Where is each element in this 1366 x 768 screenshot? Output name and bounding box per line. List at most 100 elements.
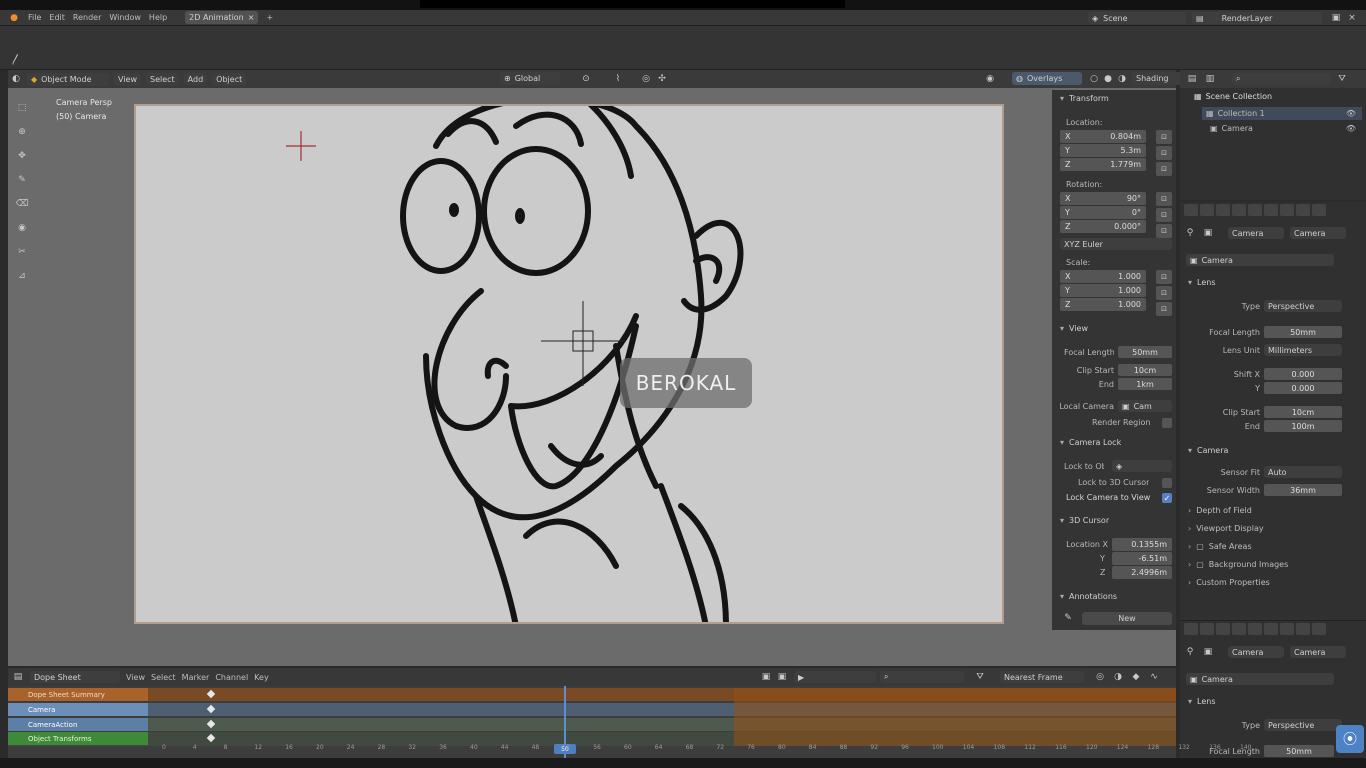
datablock-selector[interactable]: ▣ Camera bbox=[1186, 254, 1334, 266]
measure-icon[interactable]: ⊿ bbox=[16, 270, 28, 282]
lock-icon[interactable]: ⊡ bbox=[1156, 224, 1172, 238]
menu-view[interactable]: View bbox=[114, 72, 141, 86]
tool-tab-icon[interactable] bbox=[1184, 623, 1198, 635]
3d-cursor-section[interactable]: 3D Cursor bbox=[1060, 516, 1109, 525]
checkbox-icon[interactable]: ▢ bbox=[1196, 560, 1204, 569]
key-icon[interactable]: ◆ bbox=[1130, 671, 1142, 683]
rotation-y-field[interactable]: Y 0° bbox=[1060, 206, 1146, 219]
snap-icon[interactable]: ⌇ bbox=[612, 73, 624, 85]
proportional-edit-icon[interactable]: ◎ bbox=[640, 73, 652, 85]
output-tab-icon[interactable] bbox=[1216, 623, 1230, 635]
object-data-icon[interactable]: ▣ bbox=[1202, 646, 1214, 658]
context-tab-camera-object[interactable]: Camera bbox=[1228, 227, 1284, 239]
safe-areas-section[interactable]: › ▢ Safe Areas bbox=[1188, 542, 1252, 551]
clip-end-field[interactable]: 100m bbox=[1264, 420, 1342, 432]
view-layer-tab-icon[interactable] bbox=[1232, 623, 1246, 635]
scale-x-field[interactable]: X 1.000 bbox=[1060, 270, 1146, 283]
lock-camera-view-checkbox[interactable]: ✓ bbox=[1162, 493, 1172, 503]
cursor-icon[interactable]: ⊕ bbox=[16, 126, 28, 138]
annotations-section[interactable]: Annotations bbox=[1060, 592, 1117, 601]
menu-marker[interactable]: Marker bbox=[182, 673, 210, 682]
type-dropdown[interactable]: Perspective bbox=[1264, 719, 1342, 731]
sensor-width-field[interactable]: 36mm bbox=[1264, 484, 1342, 496]
sensor-fit-dropdown[interactable]: Auto bbox=[1264, 466, 1342, 478]
render-region-checkbox[interactable] bbox=[1162, 418, 1172, 428]
render-tab-icon[interactable] bbox=[1200, 204, 1214, 216]
checkbox-icon[interactable]: ▢ bbox=[1196, 542, 1204, 551]
workspace-tab[interactable]: 2D Animation × bbox=[185, 11, 259, 24]
context-tab-camera-data[interactable]: Camera bbox=[1290, 227, 1346, 239]
outliner-item-camera[interactable]: ▣ Camera 👁 bbox=[1210, 122, 1362, 135]
menu-file[interactable]: File bbox=[28, 13, 41, 22]
menu-select[interactable]: Select bbox=[151, 673, 176, 682]
datablock-selector[interactable]: ▣ Camera bbox=[1186, 673, 1334, 685]
menu-add[interactable]: Add bbox=[183, 72, 208, 86]
menu-select[interactable]: Select bbox=[145, 72, 179, 86]
scale-z-field[interactable]: Z 1.000 bbox=[1060, 298, 1146, 311]
context-tab-camera-object[interactable]: Camera bbox=[1228, 646, 1284, 658]
transform-section[interactable]: Transform bbox=[1060, 94, 1109, 103]
menu-key[interactable]: Key bbox=[254, 673, 269, 682]
menu-object[interactable]: Object bbox=[212, 72, 247, 86]
scene-tab-icon[interactable] bbox=[1248, 204, 1262, 216]
lock-icon[interactable]: ⊡ bbox=[1156, 286, 1172, 300]
interpolation-icon[interactable]: ∿ bbox=[1148, 671, 1160, 683]
proportional-icon[interactable]: ◎ bbox=[1094, 671, 1106, 683]
constraints-tab-icon[interactable] bbox=[1296, 204, 1310, 216]
cursor-y-field[interactable]: -6.51m bbox=[1112, 552, 1172, 565]
cursor-z-field[interactable]: 2.4996m bbox=[1112, 566, 1172, 579]
clip-end-field[interactable]: 1km bbox=[1118, 378, 1172, 390]
menu-help[interactable]: Help bbox=[149, 13, 167, 22]
annotation-pencil-icon[interactable]: ✎ bbox=[1062, 612, 1074, 624]
type-dropdown[interactable]: Perspective bbox=[1264, 300, 1342, 312]
menu-view[interactable]: View bbox=[126, 673, 145, 682]
location-z-field[interactable]: Z 1.779m bbox=[1060, 158, 1146, 171]
scene-collection-row[interactable]: ▦ Scene Collection bbox=[1194, 92, 1272, 101]
object-tab-icon[interactable] bbox=[1280, 204, 1294, 216]
wireframe-shading-icon[interactable]: ○ bbox=[1088, 73, 1100, 85]
lens-unit-dropdown[interactable]: Millimeters bbox=[1264, 344, 1342, 356]
rotation-mode[interactable]: XYZ Euler bbox=[1060, 238, 1172, 250]
channel-summary[interactable]: Dope Sheet Summary bbox=[8, 688, 148, 701]
visibility-icon[interactable]: 👁 bbox=[1346, 124, 1356, 133]
viewport-display-section[interactable]: › Viewport Display bbox=[1188, 524, 1264, 533]
location-y-field[interactable]: Y 5.3m bbox=[1060, 144, 1146, 157]
outliner-item-collection[interactable]: ▦ Collection 1 👁 bbox=[1202, 107, 1362, 120]
channel-camera-action[interactable]: CameraAction bbox=[8, 718, 148, 731]
world-tab-icon[interactable] bbox=[1264, 623, 1278, 635]
material-shading-icon[interactable]: ◑ bbox=[1116, 73, 1128, 85]
dof-section[interactable]: › Depth of Field bbox=[1188, 506, 1252, 515]
lock-icon[interactable]: ⊡ bbox=[1156, 302, 1172, 316]
focal-length-field[interactable]: 50mm bbox=[1118, 346, 1172, 358]
outliner-editor-icon[interactable]: ▤ bbox=[1186, 73, 1198, 85]
context-tab-camera-data[interactable]: Camera bbox=[1290, 646, 1346, 658]
view-layer-selector[interactable]: ▤ RenderLayer bbox=[1192, 12, 1322, 24]
snap-dropdown[interactable]: Nearest Frame bbox=[1000, 671, 1084, 683]
transform-orientation[interactable]: ⊕ Global bbox=[500, 72, 560, 85]
filter-icon[interactable]: ▣ bbox=[760, 671, 772, 683]
draw-tool-icon[interactable]: 〳 bbox=[10, 53, 22, 66]
mode-selector[interactable]: ◆ Object Mode bbox=[27, 72, 109, 86]
rotation-x-field[interactable]: X 90° bbox=[1060, 192, 1146, 205]
object-data-icon[interactable]: ▣ bbox=[1202, 227, 1214, 239]
rotation-z-field[interactable]: Z 0.000° bbox=[1060, 220, 1146, 233]
camera-lock-section[interactable]: Camera Lock bbox=[1060, 438, 1121, 447]
dopesheet-mode[interactable]: Dope Sheet bbox=[30, 671, 120, 683]
local-camera-field[interactable]: ▣ Cam bbox=[1118, 400, 1172, 412]
focal-length-field[interactable]: 50mm bbox=[1264, 745, 1334, 757]
data-tab-icon[interactable] bbox=[1312, 204, 1326, 216]
render-tab-icon[interactable] bbox=[1200, 623, 1214, 635]
shading-dropdown[interactable]: Shading bbox=[1132, 72, 1182, 85]
lock-icon[interactable]: ⊡ bbox=[1156, 146, 1172, 160]
lock-to-object-field[interactable]: ◈ bbox=[1112, 460, 1172, 472]
focal-length-field[interactable]: 50mm bbox=[1264, 326, 1342, 338]
shift-y-field[interactable]: 0.000 bbox=[1264, 382, 1342, 394]
outliner-search[interactable]: ⌕ bbox=[1232, 73, 1330, 85]
close-icon[interactable]: × bbox=[1346, 12, 1358, 24]
object-tab-icon[interactable] bbox=[1280, 623, 1294, 635]
view-layer-visibility-icon[interactable]: ◉ bbox=[984, 73, 996, 85]
output-tab-icon[interactable] bbox=[1216, 204, 1230, 216]
filter-icon[interactable]: ⛛ bbox=[1336, 73, 1348, 85]
cutter-icon[interactable]: ✂ bbox=[16, 246, 28, 258]
overlays-dropdown[interactable]: ◍ Overlays bbox=[1012, 72, 1082, 85]
